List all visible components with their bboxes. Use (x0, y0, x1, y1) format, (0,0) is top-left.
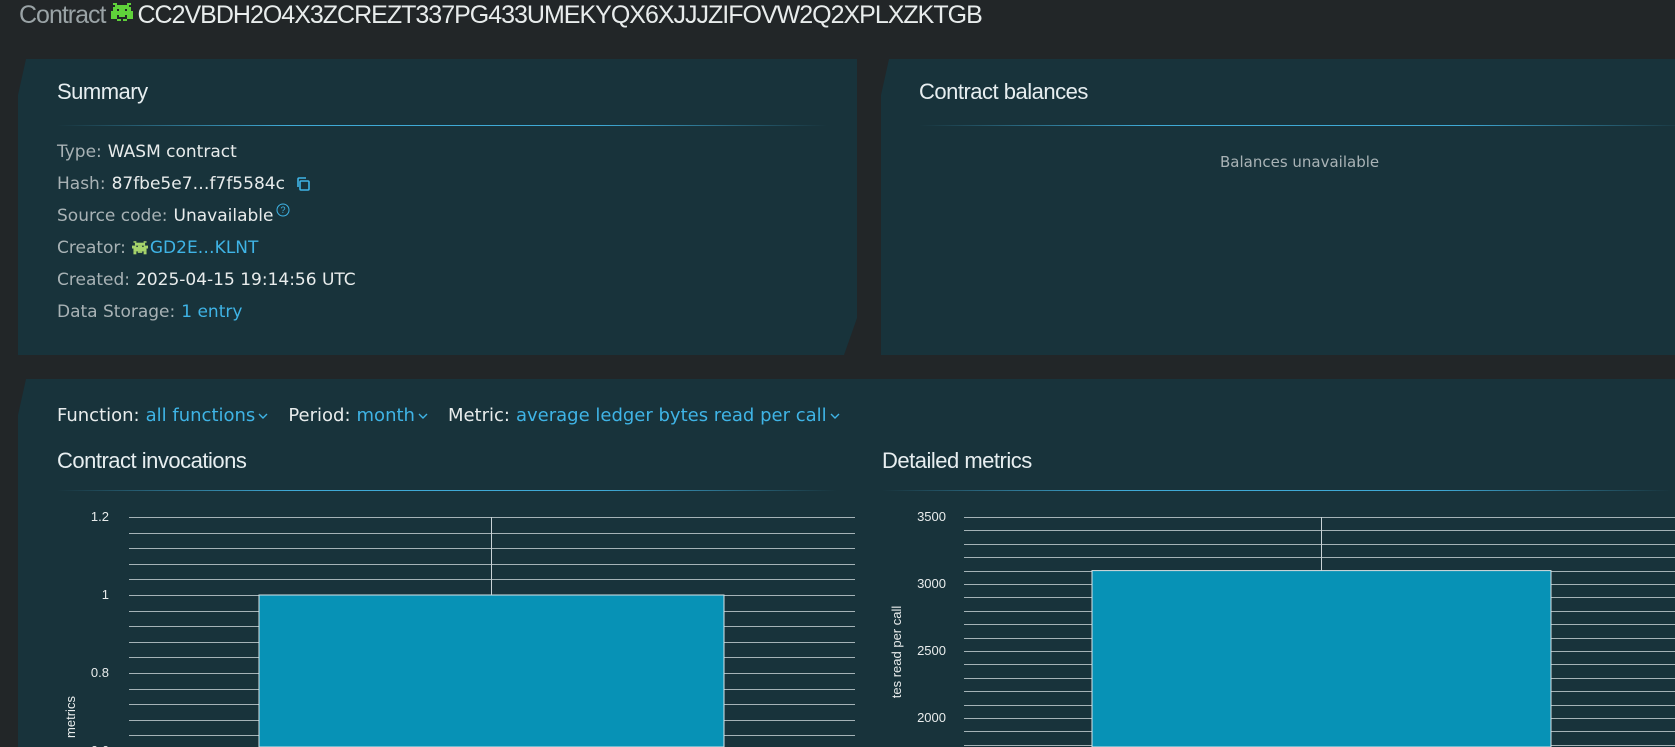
y-tick-label: 0.8 (91, 665, 109, 680)
invocations-chart-title: Contract invocations (57, 448, 247, 473)
function-value: all functions (145, 405, 256, 426)
copy-icon[interactable] (295, 176, 311, 192)
detailed-chart: 3500 3000 2500 2000 tes read per call (889, 509, 1675, 747)
storage-label: Data Storage: (57, 302, 176, 322)
summary-divider (57, 125, 827, 126)
y-tick-label: 3500 (917, 509, 946, 524)
y-tick-label: 1.2 (91, 509, 109, 524)
metric-value: average ledger bytes read per call (515, 405, 827, 426)
y-tick-label: 2000 (917, 710, 946, 725)
period-dropdown[interactable]: month (357, 405, 428, 426)
y-axis-label: metrics (63, 696, 78, 738)
chevron-down-icon (830, 413, 840, 419)
summary-type-row: Type: WASM contract (57, 142, 237, 162)
balances-divider (919, 125, 1675, 126)
page-title-label: Contract (19, 0, 106, 29)
svg-text:?: ? (281, 205, 286, 215)
summary-source-row: Source code: Unavailable ? (57, 203, 290, 226)
summary-title: Summary (57, 79, 148, 104)
summary-hash-row: Hash: 87fbe5e7…f7f5584c (57, 174, 311, 194)
creator-avatar-icon (131, 240, 148, 256)
bars (258, 517, 725, 747)
contract-id: CC2VBDH2O4X3ZCREZT337PG433UMEKYQX6XJJJZI… (137, 0, 982, 29)
created-label: Created: (57, 270, 131, 290)
source-value: Unavailable (173, 206, 274, 226)
summary-storage-row: Data Storage: 1 entry (57, 302, 242, 322)
creator-link[interactable]: GD2E…KLNT (150, 238, 259, 258)
balances-title: Contract balances (919, 79, 1088, 104)
metric-dropdown[interactable]: average ledger bytes read per call (516, 405, 840, 426)
balances-empty-text: Balances unavailable (1220, 153, 1380, 171)
invocations-chart: 1.2 1 0.8 0.6 metrics (63, 509, 855, 747)
hash-label: Hash: (57, 174, 106, 194)
source-label: Source code: (57, 206, 168, 226)
detailed-divider (882, 490, 1672, 491)
summary-created-row: Created: 2025-04-15 19:14:56 UTC (57, 270, 356, 290)
chevron-down-icon (418, 413, 428, 419)
period-label: Period: (288, 405, 351, 426)
balances-panel: Contract balances Balances unavailable (881, 59, 1675, 355)
help-icon[interactable]: ? (276, 203, 290, 217)
hash-value: 87fbe5e7…f7f5584c (111, 174, 285, 194)
invader-avatar-icon (111, 1, 134, 30)
chevron-down-icon (258, 413, 268, 419)
period-value: month (356, 405, 415, 426)
storage-link[interactable]: 1 entry (181, 302, 242, 322)
created-value: 2025-04-15 19:14:56 UTC (136, 270, 356, 290)
invocations-divider (57, 490, 837, 491)
y-tick-label: 3000 (917, 576, 946, 591)
function-dropdown[interactable]: all functions (146, 405, 269, 426)
filters-bar: Function: all functions Period: month Me… (57, 405, 860, 426)
type-value: WASM contract (107, 142, 237, 162)
creator-label: Creator: (57, 238, 126, 258)
bars (1091, 517, 1552, 747)
page-title: Contract CC2VBDH2O4X3ZCREZT337PG433UMEKY… (19, 0, 983, 30)
y-tick-label: 2500 (917, 643, 946, 658)
type-label: Type: (57, 142, 102, 162)
summary-creator-row: Creator: GD2E…KLNT (57, 238, 258, 258)
function-label: Function: (57, 405, 140, 426)
y-axis-label: tes read per call (889, 606, 904, 699)
metric-label: Metric: (447, 405, 510, 426)
y-tick-label: 0.6 (91, 743, 109, 747)
summary-panel: Summary Type: WASM contract Hash: 87fbe5… (18, 59, 857, 355)
bar (1091, 570, 1552, 747)
bar (258, 594, 725, 747)
y-tick-label: 1 (102, 587, 109, 602)
detailed-chart-title: Detailed metrics (882, 448, 1032, 473)
